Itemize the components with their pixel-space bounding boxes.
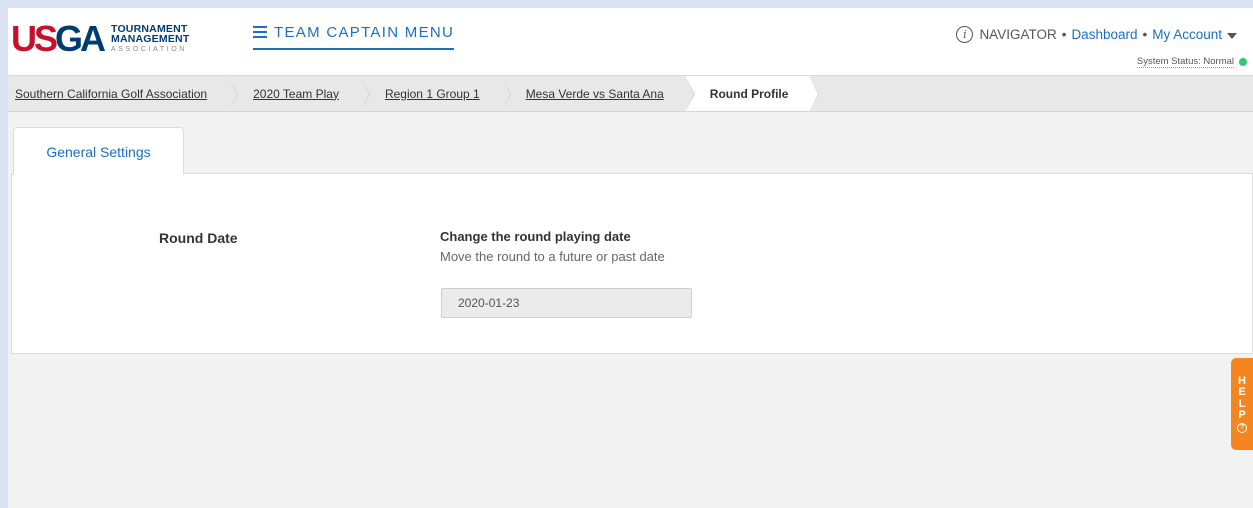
app-frame: USGA TOURNAMENT MANAGEMENT ASSOCIATION T… (8, 8, 1253, 508)
logo-text: TOURNAMENT MANAGEMENT ASSOCIATION (111, 22, 190, 55)
system-status-text[interactable]: System Status: Normal (1136, 56, 1234, 68)
status-indicator-icon (1239, 58, 1247, 66)
usga-wordmark: USGA (11, 18, 106, 59)
breadcrumb-item-region-group[interactable]: Region 1 Group 1 (361, 76, 511, 112)
navigator-compass-icon: i (956, 26, 974, 43)
system-status: System Status: Normal (1136, 56, 1247, 68)
breadcrumb-item-match[interactable]: Mesa Verde vs Santa Ana (502, 76, 695, 112)
chevron-down-icon[interactable] (1227, 32, 1237, 39)
nav-separator: • (1061, 27, 1067, 42)
hamburger-icon (253, 26, 267, 38)
question-circle-icon: ? (1237, 422, 1247, 433)
help-letter: P (1238, 409, 1246, 421)
breadcrumb: Southern California Golf Association 202… (8, 76, 1253, 112)
logo-line-3: ASSOCIATION (111, 45, 187, 53)
help-button[interactable]: H E L P ? (1231, 358, 1253, 450)
dashboard-link[interactable]: Dashboard (1071, 27, 1137, 42)
my-account-link[interactable]: My Account (1152, 27, 1222, 42)
tab-general-settings[interactable]: General Settings (13, 127, 184, 175)
breadcrumb-item-round-profile: Round Profile (685, 76, 820, 112)
breadcrumb-item-association[interactable]: Southern California Golf Association (8, 76, 239, 112)
breadcrumb-item-team-play[interactable]: 2020 Team Play (229, 76, 370, 112)
team-captain-menu-label: TEAM CAPTAIN MENU (274, 23, 455, 41)
help-letter: E (1238, 386, 1246, 398)
logo-line-2: MANAGEMENT (111, 32, 190, 45)
round-date-field[interactable] (441, 288, 692, 318)
general-settings-panel: Round Date Change the round playing date… (11, 173, 1253, 354)
round-date-label: Round Date (159, 230, 238, 246)
logo-line-1: TOURNAMENT (111, 22, 188, 35)
team-captain-menu-button[interactable]: TEAM CAPTAIN MENU (253, 23, 455, 50)
round-date-description: Move the round to a future or past date (440, 249, 665, 264)
top-navigation: i NAVIGATOR • Dashboard • My Account (956, 26, 1237, 43)
navigator-link[interactable]: NAVIGATOR (979, 27, 1056, 42)
usga-logo[interactable]: USGA TOURNAMENT MANAGEMENT ASSOCIATION (11, 18, 190, 59)
nav-separator: • (1142, 27, 1148, 42)
header: USGA TOURNAMENT MANAGEMENT ASSOCIATION T… (8, 8, 1253, 76)
round-date-title: Change the round playing date (440, 229, 631, 244)
